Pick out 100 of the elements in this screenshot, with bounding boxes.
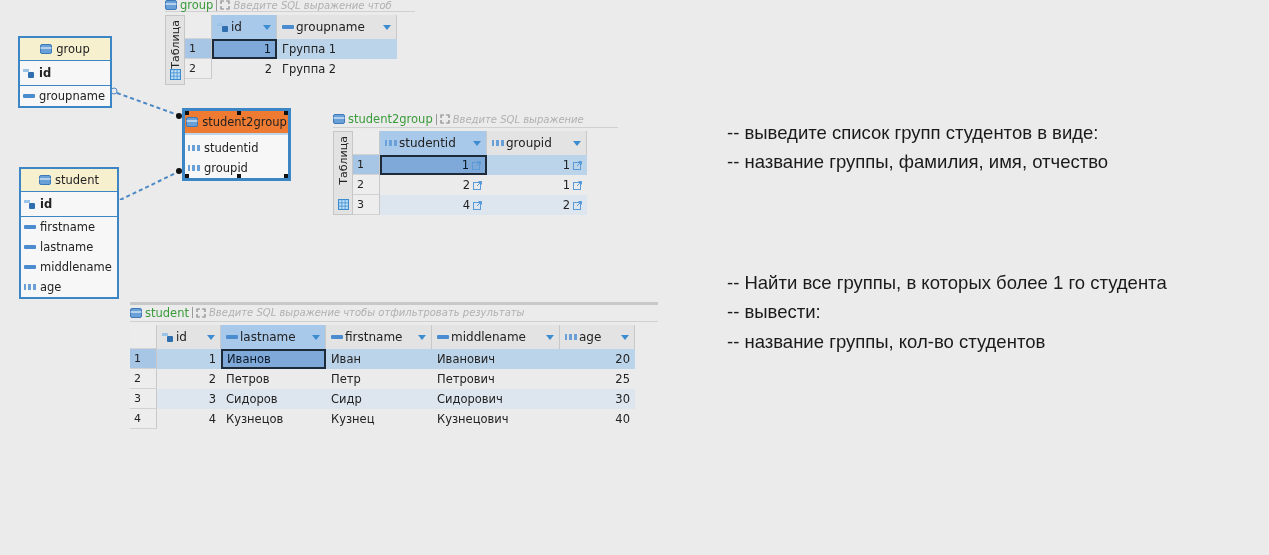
table-row[interactable]: 1 1 Группа 1 (185, 39, 397, 59)
header-corner (185, 15, 212, 39)
table-icon (333, 114, 345, 124)
table-cell: 4 (380, 195, 487, 215)
link-icon[interactable] (472, 160, 481, 170)
table-cell: 1 (487, 155, 587, 175)
comment-line: -- название группы, фамилия, имя, отчество (727, 150, 1109, 174)
row-number: 1 (353, 155, 380, 175)
table-cell: 1 (157, 349, 221, 369)
link-icon[interactable] (473, 180, 482, 190)
column-header[interactable]: groupid (487, 131, 587, 155)
key-column-icon (24, 199, 36, 209)
text-type-icon (24, 262, 36, 272)
column-header[interactable]: groupname (277, 15, 397, 39)
row-number: 4 (130, 409, 157, 429)
caret-icon[interactable] (621, 334, 629, 340)
table-cell-text: Петров (225, 371, 271, 388)
table-cell: 20 (560, 349, 635, 369)
table-cell-text: 25 (614, 371, 631, 388)
column-header[interactable]: age (560, 325, 635, 349)
table-row[interactable]: 3 3 Сидоров Сидр Сидорович 30 (130, 389, 635, 409)
table-icon (40, 44, 53, 54)
number-type-icon (492, 138, 504, 148)
relation-line (110, 87, 182, 119)
table-row[interactable]: 4 4 Кузнецов Кузнец Кузнецович 40 (130, 409, 635, 429)
caret-icon[interactable] (546, 334, 554, 340)
grid-icon (169, 68, 181, 80)
comment-line: -- название группы, кол-во студентов (727, 330, 1047, 354)
column-name: firstname (40, 220, 96, 234)
key-column-icon (217, 22, 229, 32)
table-row[interactable]: 3 4 2 (353, 195, 587, 215)
link-icon[interactable] (573, 200, 582, 210)
row-number: 2 (130, 369, 157, 389)
table-row[interactable]: 2 2 1 (353, 175, 587, 195)
side-tab[interactable]: Таблица (333, 131, 353, 215)
table-icon (130, 307, 142, 318)
table-cell-text: Кузнецович (436, 411, 510, 428)
caret-icon[interactable] (573, 140, 581, 146)
column-name: id (40, 197, 53, 211)
entity-box[interactable]: group id groupname (18, 36, 112, 108)
table-icon (165, 0, 177, 10)
caret-icon[interactable] (383, 24, 391, 30)
column-header[interactable]: id (157, 325, 221, 349)
column-header[interactable]: id (212, 15, 277, 39)
relation-line (119, 168, 182, 200)
table-cell-text: 4 (207, 411, 217, 428)
expand-icon[interactable] (439, 114, 450, 124)
column-header[interactable]: middlename (432, 325, 560, 349)
table-cell: Иванов (221, 349, 326, 369)
table-cell: 30 (560, 389, 635, 409)
header-corner (130, 325, 157, 349)
table-cell: Группа 1 (277, 39, 397, 59)
row-number: 1 (185, 39, 212, 59)
table-cell: 1 (380, 155, 487, 175)
text-type-icon (23, 91, 35, 101)
expand-icon[interactable] (195, 307, 206, 318)
table-row[interactable]: 2 2 Петров Петр Петрович 25 (130, 369, 635, 389)
expand-icon[interactable] (220, 0, 231, 10)
column-header[interactable]: firstname (326, 325, 432, 349)
table-cell-text: 2 (207, 371, 217, 388)
entity-name: group (56, 42, 90, 56)
column-header[interactable]: lastname (221, 325, 326, 349)
table-cell: 2 (487, 195, 587, 215)
table-row[interactable]: 1 1 1 (353, 155, 587, 175)
entity-box[interactable]: student2group studentid groupid (182, 108, 291, 181)
key-column-icon (23, 68, 35, 78)
text-type-icon (226, 332, 238, 342)
table-row[interactable]: 2 2 Группа 2 (185, 59, 397, 79)
caret-icon[interactable] (207, 334, 215, 340)
table-cell: 2 (380, 175, 487, 195)
table-cell: 1 (487, 175, 587, 195)
caret-icon[interactable] (263, 24, 271, 30)
column-name: id (39, 66, 52, 80)
table-cell-text: Кузнецов (225, 411, 285, 428)
side-tab[interactable]: Таблица (165, 15, 185, 85)
table-cell-text: Петр (330, 371, 362, 388)
caret-icon[interactable] (312, 334, 320, 340)
row-number: 2 (353, 175, 380, 195)
caret-icon[interactable] (418, 334, 426, 340)
caret-icon[interactable] (473, 140, 481, 146)
text-type-icon (282, 22, 294, 32)
text-type-icon (437, 332, 449, 342)
entity-box[interactable]: student id firstname lastname middlename age (19, 167, 119, 299)
link-icon[interactable] (573, 160, 582, 170)
table-cell: Сидоров (221, 389, 326, 409)
column-header[interactable]: studentid (380, 131, 487, 155)
table-cell: 1 (212, 39, 277, 59)
link-icon[interactable] (573, 180, 582, 190)
text-type-icon (331, 332, 343, 342)
text-type-icon (24, 222, 36, 232)
header-corner (353, 131, 380, 155)
number-type-icon (188, 163, 200, 173)
table-cell: Сидр (326, 389, 432, 409)
table-icon (39, 175, 51, 185)
link-icon[interactable] (473, 200, 482, 210)
column-name: groupname (39, 89, 105, 103)
table-cell: Иван (326, 349, 432, 369)
row-number: 1 (130, 349, 157, 369)
comment-line: -- вывести: (727, 300, 822, 324)
table-row[interactable]: 1 1 Иванов Иван Иванович 20 (130, 349, 635, 369)
